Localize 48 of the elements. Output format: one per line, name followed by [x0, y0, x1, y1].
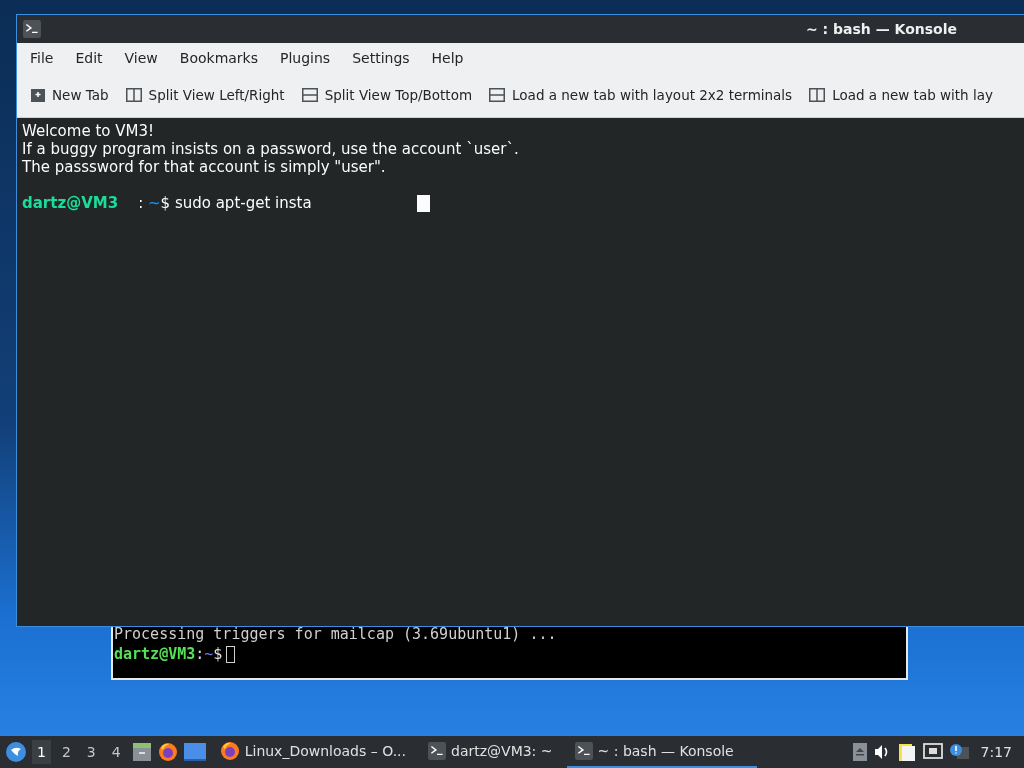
split-horizontal-icon: [489, 88, 506, 102]
browser-icon: [219, 741, 240, 761]
terminal-icon: [574, 742, 593, 760]
prompt-user: dartz@VM3: [22, 194, 119, 212]
text-cursor: [226, 645, 236, 663]
menu-item[interactable]: Plugins: [269, 50, 342, 66]
notification-icon[interactable]: [948, 743, 969, 761]
toolbar-button[interactable]: New Tab: [31, 87, 109, 103]
window-title: ~ : bash — Konsole: [804, 21, 958, 37]
clipboard-icon[interactable]: [896, 742, 917, 762]
network-icon[interactable]: [922, 743, 943, 761]
menu-item[interactable]: File: [19, 50, 65, 66]
prompt-path: : ~$: [138, 194, 171, 212]
split-vertical-icon: [809, 88, 826, 102]
workspace-button[interactable]: 1: [32, 740, 51, 764]
terminal-output: The passsword for that account is simply "user".: [22, 158, 387, 176]
terminal-command: sudo apt-get insta: [173, 194, 312, 212]
browser-icon: [157, 742, 178, 762]
menu-item[interactable]: Settings: [341, 50, 421, 66]
workspace-button[interactable]: 3: [81, 740, 101, 764]
browser-launcher[interactable]: [157, 742, 178, 762]
menu-item[interactable]: Bookmarks: [168, 50, 269, 66]
toolbar-button[interactable]: Load a new tab with layout 2x2 terminals: [489, 87, 793, 103]
new-tab-icon: [31, 88, 45, 102]
taskbar-task[interactable]: dartz@VM3: ~: [420, 736, 561, 768]
toolbar-button[interactable]: Split View Left/Right: [125, 87, 285, 103]
toolbar-button[interactable]: Split View Top/Bottom: [301, 87, 473, 103]
workspace-button[interactable]: 4: [106, 740, 126, 764]
prompt-path: :~$: [195, 644, 223, 664]
file-cabinet-icon[interactable]: [131, 742, 152, 762]
eject-icon[interactable]: [852, 743, 867, 761]
terminal-output: If a buggy program insists on a password, use the account `user`.: [22, 140, 520, 158]
prompt-user: dartz@VM3: [114, 644, 196, 664]
toolbar-button[interactable]: Load a new tab with lay: [809, 87, 993, 103]
terminal-output: Processing triggers for mailcap (3.69ubuntu1) ...: [114, 624, 558, 644]
terminal-icon: [23, 20, 41, 38]
terminal-icon: [428, 742, 446, 760]
menu-item[interactable]: View: [113, 50, 169, 66]
split-vertical-icon: [125, 88, 142, 102]
split-horizontal-icon: [301, 88, 318, 102]
clock[interactable]: 7:17: [980, 744, 1012, 760]
taskbar-task[interactable]: ~ : bash — Konsole: [566, 736, 757, 768]
terminal-output: Welcome to VM3!: [22, 122, 155, 140]
text-cursor: [416, 194, 430, 212]
menu-item[interactable]: Edit: [64, 50, 114, 66]
menu-item[interactable]: Help: [420, 50, 475, 66]
taskbar-task[interactable]: Linux_Downloads – O...: [211, 736, 414, 768]
workspace-button[interactable]: 2: [56, 740, 76, 764]
